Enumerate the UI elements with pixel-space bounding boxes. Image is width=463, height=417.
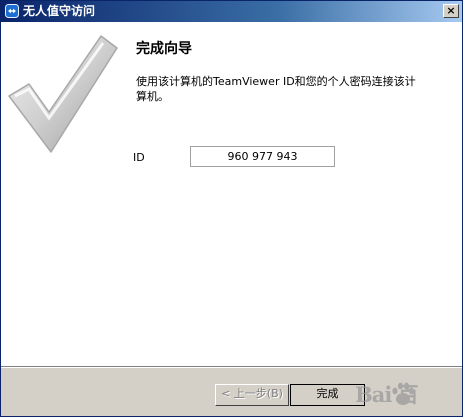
close-icon: × (446, 4, 456, 17)
watermark-text: Bai 百 (355, 382, 419, 407)
close-button[interactable]: × (443, 4, 459, 18)
wizard-description: 使用该计算机的TeamViewer ID和您的个人密码连接该计算机。 (136, 75, 416, 103)
back-button[interactable]: < 上一步(B) (215, 384, 289, 406)
footer-separator (1, 366, 462, 368)
wizard-window: 无人值守访问 × 完成向导 使用该计算机的TeamViewer ID和您的个人密… (0, 0, 463, 417)
baidu-watermark: Bai 百 (331, 377, 461, 417)
wizard-heading: 完成向导 (136, 41, 192, 57)
title-bar[interactable]: 无人值守访问 × (1, 1, 462, 22)
window-title: 无人值守访问 (23, 4, 96, 18)
id-label: ID (133, 151, 145, 164)
checkmark-icon (8, 35, 118, 153)
wizard-content: 完成向导 使用该计算机的TeamViewer ID和您的个人密码连接该计算机。 … (1, 22, 462, 366)
teamviewer-icon (5, 4, 19, 18)
id-field[interactable]: 960 977 943 (190, 146, 335, 167)
